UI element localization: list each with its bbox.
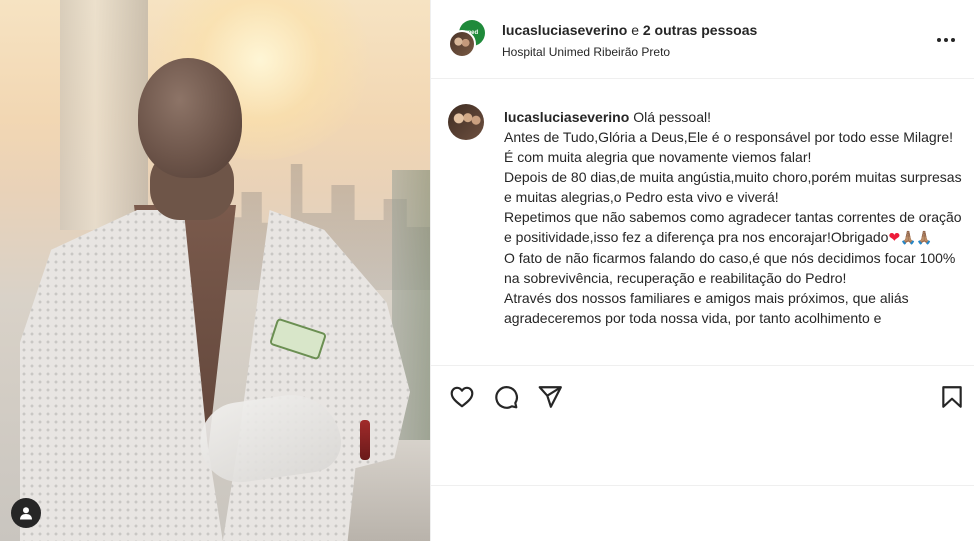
caption-line: Repetimos que não sabemos como agradecer… — [504, 207, 964, 248]
like-button[interactable] — [449, 384, 475, 410]
caption-area: lucasluciaseverino Olá pessoal! Antes de… — [431, 79, 974, 365]
avatar[interactable] — [448, 30, 476, 58]
comment-button[interactable] — [493, 384, 519, 410]
patient-head — [138, 58, 242, 178]
comment-icon — [495, 386, 518, 409]
post-actions — [431, 365, 974, 427]
save-button[interactable] — [939, 384, 965, 410]
caption-line: Depois de 80 dias,de muita angústia,muit… — [504, 169, 966, 205]
post-details-panel: med lucasluciaseverino e 2 outras pessoa… — [430, 0, 974, 541]
user-tag-icon[interactable] — [11, 498, 41, 528]
caption-line: É com muita alegria que novamente viemos… — [504, 149, 812, 165]
author-username-link[interactable]: lucasluciaseverino — [502, 22, 627, 38]
collab-avatars[interactable]: med — [448, 20, 488, 60]
caption-line: lucasluciaseverino Olá pessoal! — [504, 107, 964, 127]
caption-line: Antes de Tudo,Glória a Deus,Ele é o resp… — [504, 129, 954, 145]
heart-outline-icon — [450, 386, 474, 408]
post-header: med lucasluciaseverino e 2 outras pessoa… — [431, 0, 974, 79]
post-caption: lucasluciaseverino Olá pessoal! Antes de… — [504, 107, 964, 328]
window-frame — [60, 0, 148, 230]
post-image[interactable] — [0, 0, 430, 541]
share-button[interactable] — [537, 384, 563, 410]
post-authors: lucasluciaseverino e 2 outras pessoas — [502, 22, 757, 38]
caption-username-link[interactable]: lucasluciaseverino — [504, 109, 629, 125]
caption-avatar[interactable] — [448, 104, 484, 140]
more-horizontal-icon — [937, 38, 955, 42]
paper-plane-icon — [538, 386, 562, 408]
caption-line-text: Olá pessoal! — [633, 109, 712, 125]
praying-hands-emoji: 🙏🏽🙏🏽 — [900, 230, 933, 245]
bracelet — [360, 420, 370, 460]
comment-area — [431, 485, 974, 541]
bookmark-icon — [942, 386, 962, 408]
author-conjunction: e — [631, 22, 639, 38]
caption-line: O fato de não ficarmos falando do caso,é… — [504, 250, 960, 286]
more-options-button[interactable] — [934, 28, 958, 52]
heart-emoji: ❤ — [888, 229, 901, 245]
caption-line: Através dos nossos familiares e amigos m… — [504, 290, 913, 326]
location-link[interactable]: Hospital Unimed Ribeirão Preto — [502, 45, 670, 59]
other-authors-link[interactable]: 2 outras pessoas — [643, 22, 757, 38]
